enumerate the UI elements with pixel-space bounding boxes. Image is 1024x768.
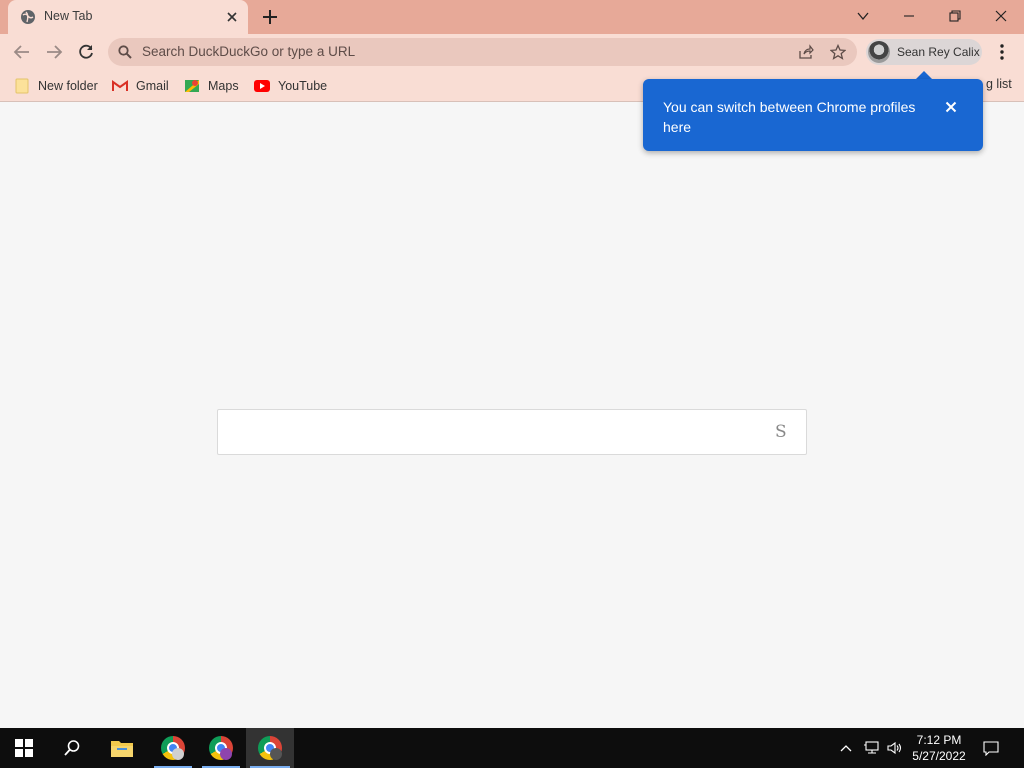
start-button[interactable]: [0, 728, 48, 768]
title-bar: New Tab: [0, 0, 1024, 34]
clock-date: 5/27/2022: [912, 749, 966, 763]
bookmark-label: Maps: [208, 79, 239, 93]
maps-icon: [184, 78, 200, 94]
taskbar-search-button[interactable]: [48, 728, 96, 768]
minimize-button[interactable]: [886, 0, 932, 32]
tab-search-chevron-icon[interactable]: [840, 0, 886, 32]
bookmark-new-folder[interactable]: New folder: [14, 76, 98, 96]
bookmark-label: YouTube: [278, 79, 328, 93]
forward-button[interactable]: [42, 40, 66, 64]
new-tab-button[interactable]: [258, 6, 282, 28]
avatar: [868, 41, 890, 63]
profile-name: Sean Rey Calix: [897, 45, 980, 59]
youtube-icon: [254, 78, 270, 94]
more-menu-icon[interactable]: [992, 42, 1012, 62]
close-icon[interactable]: [941, 97, 961, 117]
chrome-profile-1-button[interactable]: [150, 728, 196, 768]
bookmark-label: New folder: [38, 79, 98, 93]
file-explorer-button[interactable]: [98, 728, 146, 768]
profile-badge-icon: [172, 748, 184, 760]
search-glyph: S: [775, 422, 787, 442]
volume-icon[interactable]: [884, 728, 906, 768]
search-icon: [64, 740, 80, 756]
profile-button[interactable]: Sean Rey Calix: [866, 39, 982, 65]
show-hidden-icons-chevron-icon[interactable]: [836, 728, 856, 768]
back-button[interactable]: [10, 40, 34, 64]
toolbar: Search DuckDuckGo or type a URL Sean Rey…: [0, 34, 1024, 70]
tab-title: New Tab: [44, 9, 93, 23]
notifications-icon[interactable]: [976, 728, 1006, 768]
gmail-icon: [112, 78, 128, 94]
chrome-profile-3-button[interactable]: [246, 728, 294, 768]
tab-close-icon[interactable]: [224, 9, 240, 25]
address-bar[interactable]: Search DuckDuckGo or type a URL: [108, 38, 857, 66]
bookmark-label: Gmail: [136, 79, 169, 93]
profile-switch-popup: You can switch between Chrome profiles h…: [643, 79, 983, 151]
folder-icon: [14, 78, 30, 94]
page-search-input[interactable]: S: [217, 409, 807, 455]
popup-message: You can switch between Chrome profiles h…: [663, 99, 916, 135]
chrome-profile-2-button[interactable]: [198, 728, 244, 768]
bookmark-youtube[interactable]: YouTube: [254, 76, 327, 96]
search-icon: [118, 45, 132, 64]
bookmark-gmail[interactable]: Gmail: [112, 76, 169, 96]
tab-new-tab[interactable]: New Tab: [8, 0, 248, 34]
profile-badge-icon: [220, 748, 232, 760]
system-clock[interactable]: 7:12 PM 5/27/2022: [908, 732, 970, 764]
bookmark-maps[interactable]: Maps: [184, 76, 239, 96]
close-window-button[interactable]: [978, 0, 1024, 32]
bookmark-star-icon[interactable]: [829, 43, 847, 65]
network-icon[interactable]: [860, 728, 882, 768]
clock-time: 7:12 PM: [916, 733, 962, 747]
folder-icon: [111, 741, 133, 757]
reload-button[interactable]: [74, 40, 98, 64]
share-icon[interactable]: [798, 44, 814, 65]
windows-icon: [15, 739, 33, 757]
globe-icon: [20, 9, 36, 25]
profile-badge-icon: [270, 748, 282, 760]
taskbar: 7:12 PM 5/27/2022: [0, 728, 1024, 768]
restore-button[interactable]: [932, 0, 978, 32]
reading-list-button[interactable]: g list: [986, 77, 1012, 91]
address-bar-placeholder: Search DuckDuckGo or type a URL: [142, 44, 356, 59]
